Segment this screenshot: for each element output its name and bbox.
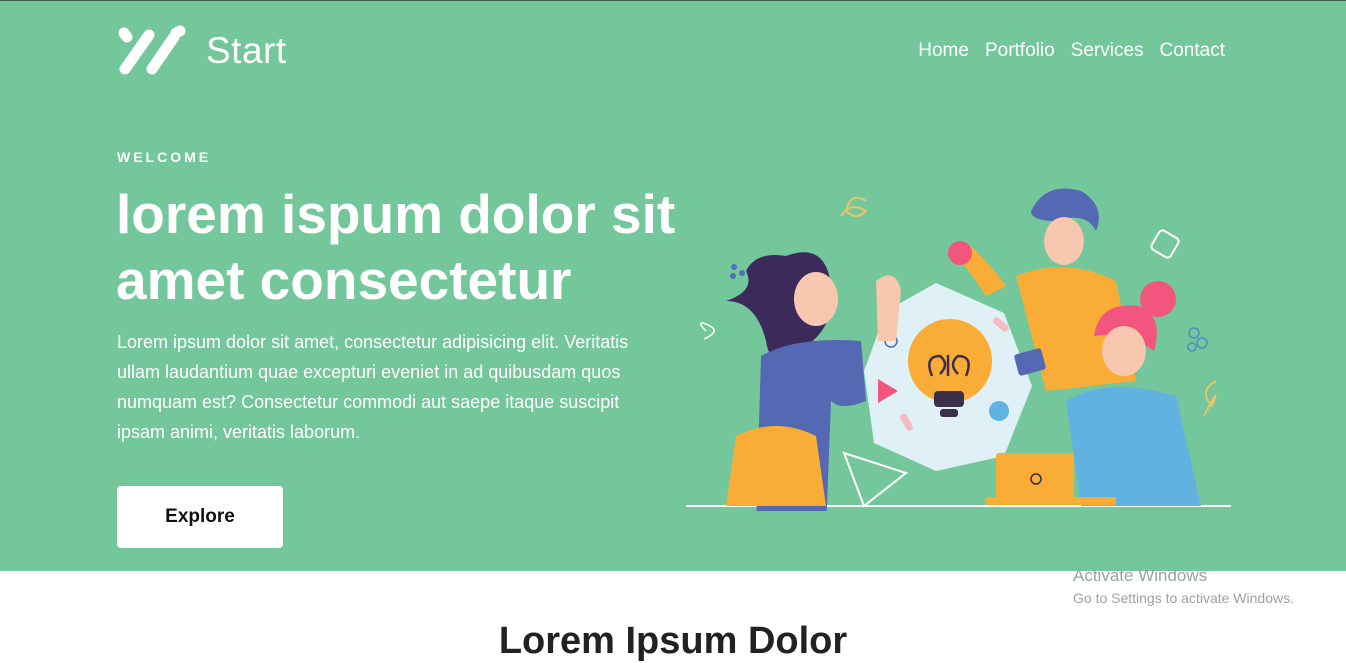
main-nav: Home Portfolio Services Contact (918, 40, 1225, 62)
explore-button[interactable]: Explore (117, 486, 283, 548)
activate-windows-title: Activate Windows (1073, 566, 1208, 585)
hero-body: Lorem ipsum dolor sit amet, consectetur … (117, 332, 629, 442)
brand-name: Start (206, 30, 287, 71)
three-slash-logo-icon (118, 25, 186, 75)
hero-eyebrow: WELCOME (117, 149, 212, 165)
nav-services[interactable]: Services (1071, 40, 1144, 62)
nav-portfolio[interactable]: Portfolio (985, 40, 1055, 62)
nav-contact[interactable]: Contact (1160, 40, 1225, 62)
nav-home[interactable]: Home (918, 40, 969, 62)
activate-windows-overlay: Activate Windows Go to Settings to activ… (1073, 566, 1294, 606)
team-lightbulb-illustration (686, 188, 1231, 511)
section-title: Lorem Ipsum Dolor (498, 620, 848, 662)
hero-section: Start Home Portfolio Services Contact WE… (0, 1, 1346, 571)
activate-windows-subtitle: Go to Settings to activate Windows. (1073, 590, 1294, 606)
brand-logo[interactable]: Start (116, 25, 287, 77)
hero-headline: lorem ispum dolor sit amet consectetur (116, 183, 676, 311)
